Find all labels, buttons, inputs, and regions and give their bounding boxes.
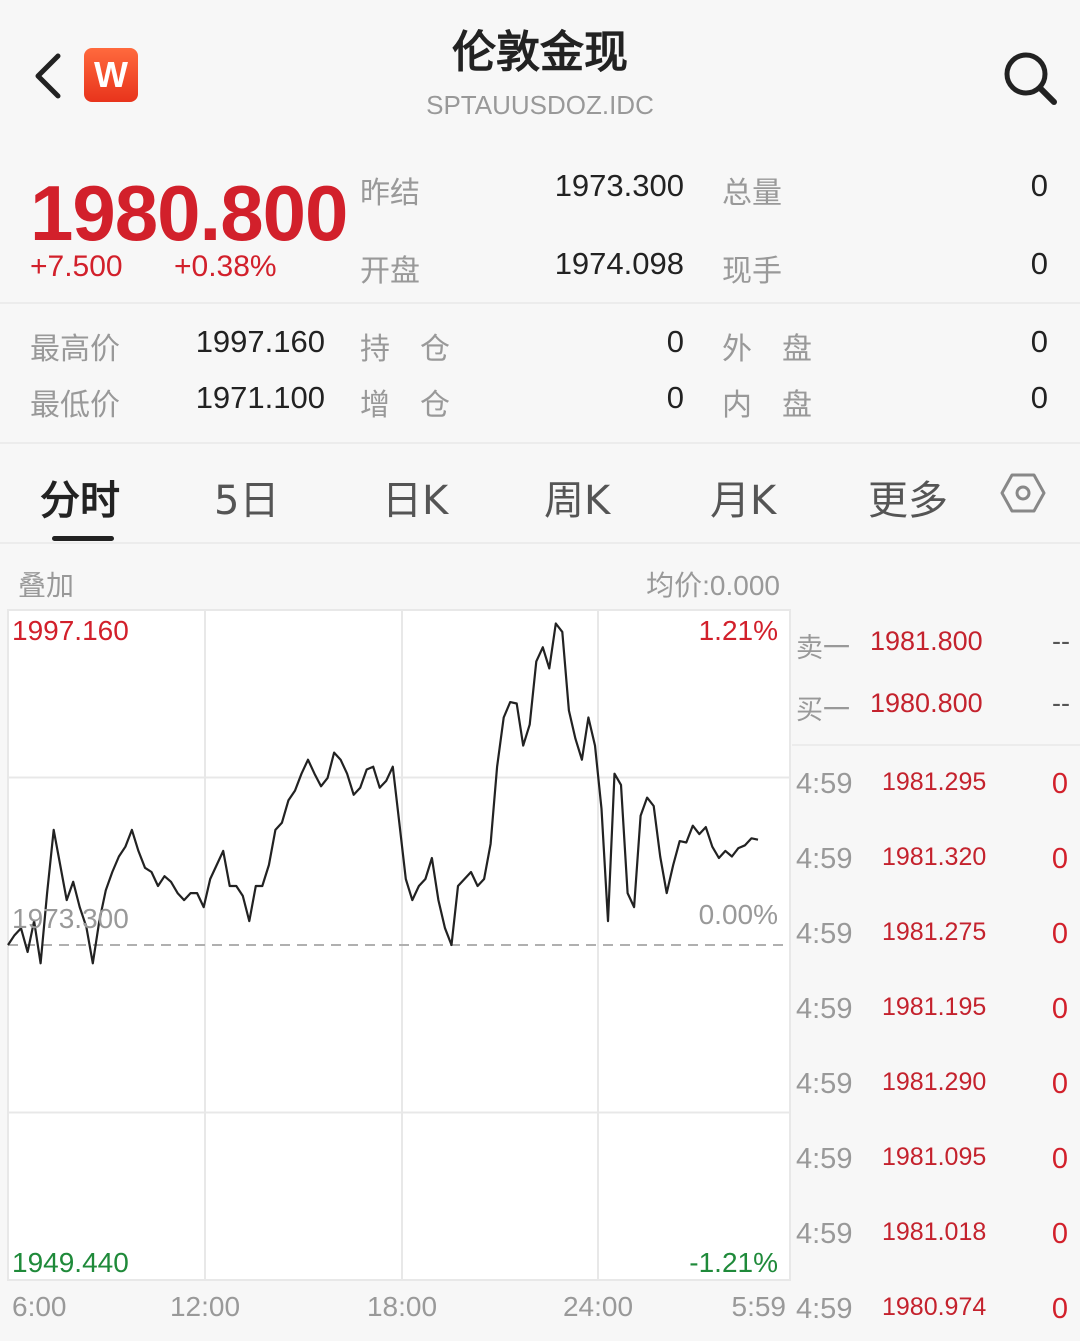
search-icon xyxy=(1004,52,1057,105)
trade-volume: 0 xyxy=(1051,1068,1068,1100)
period-tabs: 分时 5日 日K 周K 月K 更多 xyxy=(0,446,1080,544)
overlay-button[interactable]: 叠加 xyxy=(18,564,74,604)
trade-volume: 0 xyxy=(1051,843,1068,875)
trade-volume: 0 xyxy=(1051,1143,1068,1175)
pct-min-label: -1.21% xyxy=(689,1247,778,1278)
open-label: 开盘 xyxy=(360,254,420,289)
high-value: 1997.160 xyxy=(195,324,325,359)
pct-ref-label: 0.00% xyxy=(699,899,778,930)
trade-time: 4:59 xyxy=(796,1068,853,1100)
trade-row: 4:59 1981.095 0 xyxy=(796,1143,1076,1183)
divider xyxy=(0,442,1080,444)
ask-price: 1981.800 xyxy=(870,626,983,656)
prev-settle-value: 1973.300 xyxy=(554,168,684,203)
trade-row: 4:59 1981.295 0 xyxy=(796,768,1076,808)
current-hand-value: 0 xyxy=(1030,246,1048,281)
add-position-label: 增 仓 xyxy=(360,388,450,423)
tab-5day[interactable]: 5日 xyxy=(214,468,279,526)
trade-row: 4:59 1981.195 0 xyxy=(796,993,1076,1033)
bid-price: 1980.800 xyxy=(870,688,983,718)
y-ref-label: 1973.300 xyxy=(12,903,129,934)
trade-time: 4:59 xyxy=(796,918,853,950)
x-tick-label: 5:59 xyxy=(732,1291,787,1322)
active-tab-indicator xyxy=(52,536,114,541)
ask-label: 卖一 xyxy=(796,633,850,664)
price-change: +7.500 xyxy=(30,250,123,283)
page-title: 伦敦金现 xyxy=(452,27,628,78)
trade-volume: 0 xyxy=(1051,1218,1068,1250)
price-change-pct: +0.38% xyxy=(174,250,277,283)
trade-price: 1981.195 xyxy=(882,993,987,1021)
trade-price: 1981.018 xyxy=(882,1218,987,1246)
trade-price: 1980.974 xyxy=(882,1293,987,1321)
order-book-bid: 买一 1980.800 -- xyxy=(796,688,1076,728)
prev-settle-label: 昨结 xyxy=(360,176,420,211)
open-value: 1974.098 xyxy=(554,246,684,281)
trade-price: 1981.290 xyxy=(882,1068,987,1096)
total-volume-label: 总量 xyxy=(722,176,782,211)
outer-volume-value: 0 xyxy=(1030,324,1048,359)
tab-daily-k[interactable]: 日K xyxy=(382,468,448,526)
trade-price: 1981.095 xyxy=(882,1143,987,1171)
chart-settings-button[interactable] xyxy=(1000,470,1046,516)
add-position-value: 0 xyxy=(666,380,684,415)
position-label: 持 仓 xyxy=(360,332,450,367)
trade-volume: 0 xyxy=(1051,768,1068,800)
inner-volume-value: 0 xyxy=(1030,380,1048,415)
trade-volume: 0 xyxy=(1051,918,1068,950)
tab-weekly-k[interactable]: 周K xyxy=(544,468,610,526)
bid-label: 买一 xyxy=(796,695,850,726)
average-price: 均价:0.000 xyxy=(646,570,780,601)
intraday-chart[interactable]: 1997.160 1949.440 1973.300 1.21% 0.00% -… xyxy=(0,600,792,1341)
divider xyxy=(0,542,1080,544)
x-tick-label: 12:00 xyxy=(170,1291,240,1322)
ask-volume: -- xyxy=(1052,626,1070,656)
total-volume-value: 0 xyxy=(1030,168,1048,203)
trade-time: 4:59 xyxy=(796,843,853,875)
tab-intraday[interactable]: 分时 xyxy=(40,468,120,526)
app-header: W 伦敦金现 SPTAUUSDOZ.IDC xyxy=(0,0,1080,150)
y-max-label: 1997.160 xyxy=(12,615,129,646)
order-book-ask: 卖一 1981.800 -- xyxy=(796,626,1076,666)
trade-price: 1981.295 xyxy=(882,768,987,796)
x-tick-label: 18:00 xyxy=(367,1291,437,1322)
trade-row: 4:59 1981.320 0 xyxy=(796,843,1076,883)
trade-time: 4:59 xyxy=(796,993,853,1025)
trade-time: 4:59 xyxy=(796,1218,853,1250)
low-label: 最低价 xyxy=(30,388,120,423)
trade-time: 4:59 xyxy=(796,1143,853,1175)
symbol-code: SPTAUUSDOZ.IDC xyxy=(426,90,654,120)
tab-more[interactable]: 更多 xyxy=(868,468,948,526)
trade-price: 1981.275 xyxy=(882,918,987,946)
pct-max-label: 1.21% xyxy=(699,615,778,646)
y-min-label: 1949.440 xyxy=(12,1247,129,1278)
trade-row: 4:59 1981.290 0 xyxy=(796,1068,1076,1108)
high-label: 最高价 xyxy=(30,332,120,367)
divider xyxy=(792,744,1080,746)
trade-time: 4:59 xyxy=(796,1293,853,1325)
outer-volume-label: 外 盘 xyxy=(722,332,812,367)
search-button[interactable] xyxy=(1000,50,1060,106)
divider xyxy=(0,302,1080,304)
hexagon-settings-icon xyxy=(1000,473,1046,513)
low-value: 1971.100 xyxy=(195,380,325,415)
x-tick-label: 24:00 xyxy=(563,1291,633,1322)
trade-row: 4:59 1981.275 0 xyxy=(796,918,1076,958)
trade-row: 4:59 1980.974 0 xyxy=(796,1293,1076,1333)
trade-volume: 0 xyxy=(1051,993,1068,1025)
position-value: 0 xyxy=(666,324,684,359)
trade-volume: 0 xyxy=(1051,1293,1068,1325)
trade-price: 1981.320 xyxy=(882,843,987,871)
inner-volume-label: 内 盘 xyxy=(722,388,812,423)
trade-time: 4:59 xyxy=(796,768,853,800)
tab-monthly-k[interactable]: 月K xyxy=(710,468,776,526)
bid-volume: -- xyxy=(1052,688,1070,718)
x-tick-label: 6:00 xyxy=(12,1291,67,1322)
current-hand-label: 现手 xyxy=(722,254,782,289)
last-price: 1980.800 xyxy=(30,169,348,257)
trade-row: 4:59 1981.018 0 xyxy=(796,1218,1076,1258)
